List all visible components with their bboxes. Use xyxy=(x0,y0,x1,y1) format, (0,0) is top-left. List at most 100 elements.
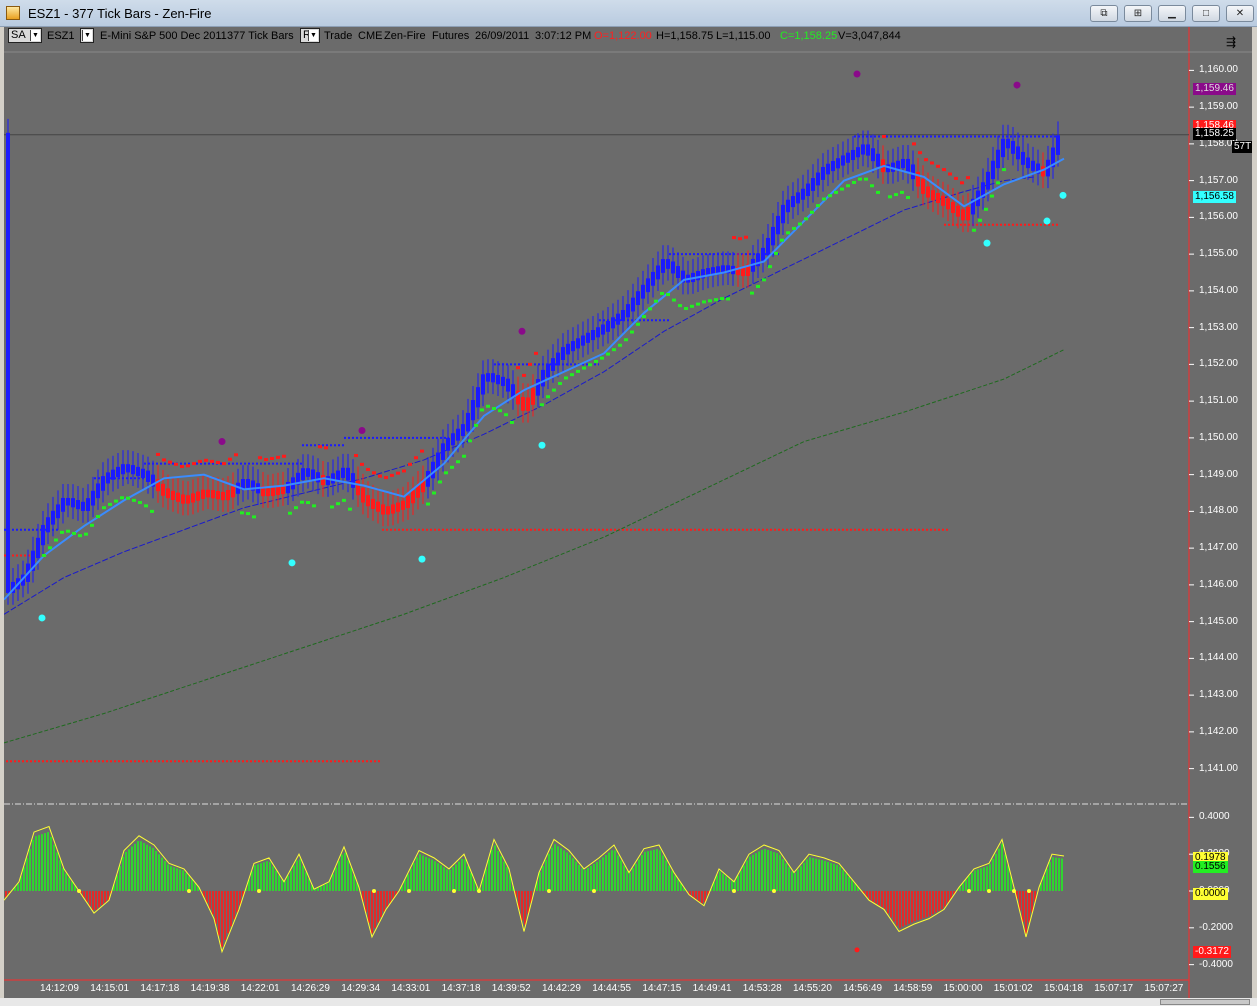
trailing-stop-dot xyxy=(738,237,742,241)
price-bar-body xyxy=(946,198,950,210)
trailing-stop-dot xyxy=(384,476,388,480)
price-bar-body xyxy=(781,204,785,224)
swing-high-marker xyxy=(853,70,861,78)
price-bar-body xyxy=(766,237,770,256)
price-bar-body xyxy=(536,379,540,396)
horizontal-scrollbar[interactable] xyxy=(0,998,1257,1006)
price-bar-body xyxy=(556,352,560,366)
trailing-stop-dot xyxy=(750,291,754,295)
link-window-button[interactable]: ⧉ xyxy=(1090,5,1118,22)
close-button[interactable]: ✕ xyxy=(1226,5,1254,22)
price-bar-body xyxy=(606,321,610,332)
price-bar-body xyxy=(396,502,400,512)
price-bar-body xyxy=(581,335,585,346)
time-axis-label: 14:19:38 xyxy=(190,983,230,994)
time-axis-label: 14:55:20 xyxy=(793,983,832,994)
price-bar-body xyxy=(856,147,860,158)
price-bar-body xyxy=(1016,146,1020,160)
osc-axis-label: -0.4000 xyxy=(1199,958,1233,970)
trailing-stop-dot xyxy=(948,172,952,176)
trailing-stop-dot xyxy=(678,304,682,308)
trailing-stop-dot xyxy=(840,187,844,191)
trailing-stop-dot xyxy=(648,307,652,311)
trailing-stop-dot xyxy=(468,439,472,443)
chart-area[interactable]: SA ▼ ESZ1 ▼ E-Mini S&P 500 Dec 2011 377 T… xyxy=(4,27,1252,998)
trailing-stop-dot xyxy=(966,176,970,180)
trailing-stop-dot xyxy=(78,534,82,538)
price-bar-body xyxy=(816,172,820,186)
trailing-stop-dot xyxy=(186,464,190,468)
trailing-stop-dot xyxy=(870,184,874,188)
price-bar-body xyxy=(371,498,375,509)
scrollbar-thumb[interactable] xyxy=(1160,999,1250,1005)
time-axis-label: 15:07:17 xyxy=(1094,983,1134,994)
maximize-button[interactable]: □ xyxy=(1192,5,1220,22)
trailing-stop-dot xyxy=(312,504,316,508)
trailing-stop-dot xyxy=(576,369,580,373)
trailing-stop-dot xyxy=(192,462,196,466)
price-bar-body xyxy=(841,155,845,166)
trailing-stop-dot xyxy=(348,507,352,511)
trailing-stop-dot xyxy=(594,359,598,363)
trailing-stop-dot xyxy=(72,531,76,535)
price-bar-body xyxy=(576,338,580,349)
trailing-stop-dot xyxy=(552,388,556,392)
price-bar-body xyxy=(521,397,525,411)
minimize-button[interactable]: ▁ xyxy=(1158,5,1186,22)
price-bar-body xyxy=(826,163,830,175)
price-bar-body xyxy=(961,209,965,221)
trailing-stop-dot xyxy=(66,529,70,533)
price-bar-body xyxy=(391,504,395,514)
price-bar-body xyxy=(231,486,235,498)
trailing-stop-dot xyxy=(456,460,460,464)
trailing-stop-dot xyxy=(120,496,124,500)
trailing-stop-dot xyxy=(660,291,664,295)
price-bar-body xyxy=(306,468,310,477)
price-bar-body xyxy=(621,309,625,322)
price-bar-body xyxy=(41,524,45,546)
price-bar-body xyxy=(1031,160,1035,171)
price-bar-body xyxy=(661,259,665,273)
tile-window-button[interactable]: ⊞ xyxy=(1124,5,1152,22)
price-bar-body xyxy=(696,271,700,281)
trailing-stop-dot xyxy=(486,404,490,408)
price-axis-label: 1,156.00 xyxy=(1199,211,1238,223)
price-bar-body xyxy=(786,199,790,213)
price-panel xyxy=(4,70,1067,763)
zero-cross-marker xyxy=(407,889,411,893)
window-titlebar: ESZ1 - 377 Tick Bars - Zen-Fire ⧉ ⊞ ▁ □ … xyxy=(0,0,1257,27)
price-bar-body xyxy=(386,506,390,515)
price-bar-body xyxy=(341,467,345,478)
trailing-stop-dot xyxy=(504,413,508,417)
zero-cross-marker xyxy=(987,889,991,893)
zero-cross-marker xyxy=(772,889,776,893)
price-bar-body xyxy=(441,443,445,460)
swing-high-marker xyxy=(218,438,226,446)
time-axis-label: 14:29:34 xyxy=(341,983,381,994)
price-bar-body xyxy=(36,537,40,559)
price-tag-purple: 1,159.46 xyxy=(1193,83,1236,95)
price-bar-body xyxy=(361,487,365,503)
price-bar-body xyxy=(836,158,840,169)
chart-grid xyxy=(4,27,1252,998)
time-axis-label: 15:04:18 xyxy=(1044,983,1083,994)
time-axis-label: 15:07:27 xyxy=(1144,983,1184,994)
chart-svg[interactable] xyxy=(4,27,1252,998)
price-bar-body xyxy=(631,297,635,312)
price-bar-body xyxy=(496,375,500,385)
price-bar-body xyxy=(116,466,120,478)
zero-cross-marker xyxy=(187,889,191,893)
zero-cross-marker xyxy=(547,889,551,893)
price-bar-body xyxy=(531,388,535,405)
price-axis-label: 1,145.00 xyxy=(1199,615,1238,627)
trailing-stop-dot xyxy=(426,502,430,506)
trailing-stop-dot xyxy=(246,512,250,516)
price-bar-body xyxy=(136,466,140,477)
trailing-stop-dot xyxy=(126,496,130,500)
trailing-stop-dot xyxy=(720,297,724,301)
time-axis-label: 14:49:41 xyxy=(692,983,732,994)
price-bar-body xyxy=(951,201,955,213)
price-bar-body xyxy=(166,488,170,499)
trailing-stop-dot xyxy=(432,491,436,495)
price-bar-body xyxy=(6,132,10,593)
